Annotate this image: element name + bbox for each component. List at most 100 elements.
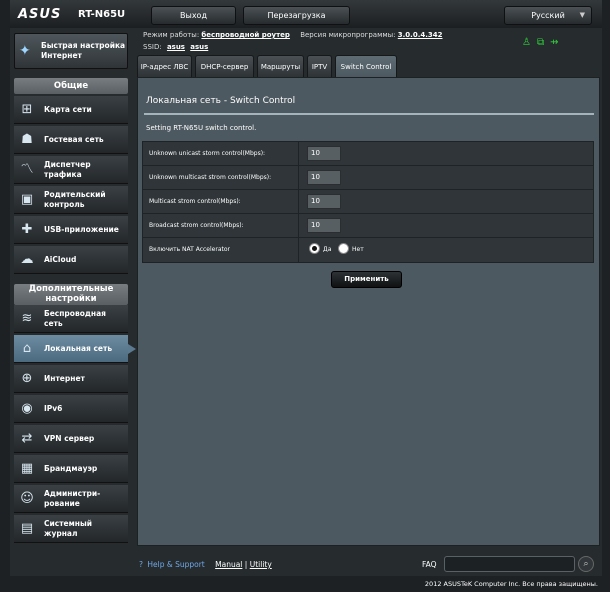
- sidebar-item-wireless[interactable]: ≋ Беспроводная сеть: [14, 305, 128, 333]
- sidebar-item-network-map[interactable]: ⊞ Карта сети: [14, 96, 128, 124]
- guest-network-icon: ☗: [21, 132, 33, 147]
- apply-button[interactable]: Применить: [331, 271, 402, 288]
- vpn-icon: ⇄: [21, 431, 33, 446]
- sidebar-item-traffic-manager[interactable]: 〽 Диспетчер трафика: [14, 156, 128, 184]
- sidebar-item-system-log[interactable]: ▤ Системный журнал: [14, 515, 128, 543]
- sidebar-item-label: Карта сети: [44, 105, 92, 114]
- settings-table: Unknown unicast storm control(Mbps): 10 …: [142, 141, 594, 263]
- reboot-button[interactable]: Перезагрузка: [243, 6, 350, 25]
- system-log-icon: ▤: [20, 521, 34, 536]
- utility-link[interactable]: Utility: [250, 560, 272, 569]
- page-title: Локальная сеть - Switch Control: [146, 96, 296, 106]
- parental-control-icon: ▣: [20, 192, 34, 207]
- sidebar-item-label: Брандмауэр: [44, 464, 98, 473]
- sidebar-item-usb-app[interactable]: ✚ USB-приложение: [14, 216, 128, 244]
- sidebar-item-label: Родительский контроль: [44, 190, 106, 209]
- nat-no-label: Нет: [352, 246, 364, 253]
- broadcast-storm-input[interactable]: 10: [307, 218, 341, 233]
- tab-lan-ip[interactable]: IP-адрес ЛВС: [137, 55, 192, 77]
- footer-separator: |: [244, 560, 248, 569]
- asus-logo: ASUS: [18, 7, 62, 22]
- status-icons: ♙⧉⇸: [522, 37, 565, 48]
- sidebar-item-label: Администри-рование: [44, 489, 101, 508]
- mode-value-link[interactable]: беспроводной роутер: [201, 31, 290, 39]
- table-row: Multicast strom control(Mbps): 10: [143, 190, 593, 214]
- ssid-label: SSID:: [143, 43, 162, 51]
- sidebar-item-label: Системный журнал: [44, 519, 92, 538]
- multicast-storm-input[interactable]: 10: [307, 194, 341, 209]
- manual-link[interactable]: Manual: [215, 560, 242, 569]
- sidebar-item-internet[interactable]: ⊕ Интернет: [14, 365, 128, 393]
- ipv6-icon: ◉: [21, 401, 33, 416]
- help-icon: ?: [139, 560, 143, 569]
- globe-icon: ⊕: [21, 371, 33, 386]
- connection-status-icon[interactable]: ⧉: [537, 37, 550, 48]
- model-name: RT-N65U: [78, 9, 126, 20]
- nat-no-radio[interactable]: [338, 243, 349, 254]
- faq-search-input[interactable]: [444, 556, 575, 572]
- nat-yes-label: Да: [323, 246, 332, 253]
- sidebar-item-aicloud[interactable]: ☁ AiCloud: [14, 246, 128, 274]
- sidebar-item-lan[interactable]: ⌂ Локальная сеть: [14, 335, 136, 363]
- row-label: Unknown unicast storm control(Mbps):: [143, 142, 299, 166]
- sidebar-item-label: Локальная сеть: [44, 344, 113, 353]
- page-description: Setting RT-N65U switch control.: [146, 124, 257, 132]
- sidebar-item-label: Гостевая сеть: [44, 135, 104, 144]
- logout-button[interactable]: Выход: [151, 6, 236, 25]
- firmware-value-link[interactable]: 3.0.0.4.342: [398, 31, 443, 39]
- firmware-label: Версия микропрограммы:: [300, 31, 396, 39]
- title-divider: [144, 113, 594, 115]
- sidebar-item-firewall[interactable]: ▦ Брандмауэр: [14, 455, 128, 483]
- firewall-icon: ▦: [20, 461, 34, 476]
- admin-icon: ☺: [20, 491, 34, 506]
- main-panel: Локальная сеть - Switch Control Setting …: [137, 77, 600, 546]
- operation-status: Режим работы: беспроводной роутер Версия…: [143, 31, 443, 39]
- help-support-label: Help & Support: [147, 560, 205, 569]
- chevron-down-icon: ▼: [579, 11, 585, 19]
- row-label: Multicast strom control(Mbps):: [143, 190, 299, 214]
- nat-yes-radio[interactable]: [309, 243, 320, 254]
- magic-wand-icon: ✦: [19, 43, 31, 59]
- ssid-value[interactable]: asus: [167, 43, 185, 51]
- quick-setup-label: Быстрая настройка Интернет: [41, 41, 126, 60]
- language-select[interactable]: Русский ▼: [504, 6, 592, 25]
- table-row: Включить NAT Accelerator Да Нет: [143, 238, 593, 262]
- usb-app-icon: ✚: [21, 222, 33, 237]
- sidebar-item-label: Интернет: [44, 374, 85, 383]
- table-row: Broadcast strom control(Mbps): 10: [143, 214, 593, 238]
- sidebar-item-label: AiCloud: [44, 255, 77, 264]
- ssid-status: SSID: asus asus: [143, 43, 208, 51]
- aicloud-icon: ☁: [20, 252, 34, 267]
- multicast-unknown-storm-input[interactable]: 10: [307, 170, 341, 185]
- tab-dhcp-server[interactable]: DHCP-сервер: [195, 55, 254, 77]
- quick-setup-button[interactable]: ✦ Быстрая настройка Интернет: [14, 33, 128, 69]
- faq-label: FAQ: [422, 560, 437, 569]
- sidebar-item-vpn[interactable]: ⇄ VPN сервер: [14, 425, 128, 453]
- user-status-icon[interactable]: ♙: [522, 37, 537, 48]
- sidebar-item-label: IPv6: [44, 404, 63, 413]
- sidebar-item-parental-control[interactable]: ▣ Родительский контроль: [14, 186, 128, 214]
- unicast-storm-input[interactable]: 10: [307, 146, 341, 161]
- footer-links: ? Help & Support Manual | Utility: [139, 560, 272, 569]
- wireless-icon: ≋: [21, 311, 33, 326]
- sidebar-item-guest-network[interactable]: ☗ Гостевая сеть: [14, 126, 128, 154]
- search-icon[interactable]: ⌕: [578, 556, 594, 572]
- ssid-value[interactable]: asus: [190, 43, 208, 51]
- table-row: Unknown unicast storm control(Mbps): 10: [143, 142, 593, 166]
- sidebar-item-label: USB-приложение: [44, 225, 119, 234]
- traffic-manager-icon: 〽: [20, 162, 34, 177]
- tab-switch-control[interactable]: Switch Control: [335, 55, 397, 77]
- general-section-title: Общие: [14, 78, 128, 94]
- sidebar-item-label: Диспетчер трафика: [44, 160, 91, 179]
- tab-routes[interactable]: Маршруты: [257, 55, 304, 77]
- tab-iptv[interactable]: IPTV: [307, 55, 332, 77]
- mode-label: Режим работы:: [143, 31, 200, 39]
- row-label: Unknown multicast strom control(Mbps):: [143, 166, 299, 190]
- row-label: Broadcast strom control(Mbps):: [143, 214, 299, 238]
- network-map-icon: ⊞: [21, 102, 33, 117]
- lan-home-icon: ⌂: [22, 341, 32, 356]
- sidebar-item-ipv6[interactable]: ◉ IPv6: [14, 395, 128, 423]
- sidebar-item-administration[interactable]: ☺ Администри-рование: [14, 485, 128, 513]
- sidebar-item-label: Беспроводная сеть: [44, 309, 106, 328]
- usb-status-icon[interactable]: ⇸: [550, 37, 564, 48]
